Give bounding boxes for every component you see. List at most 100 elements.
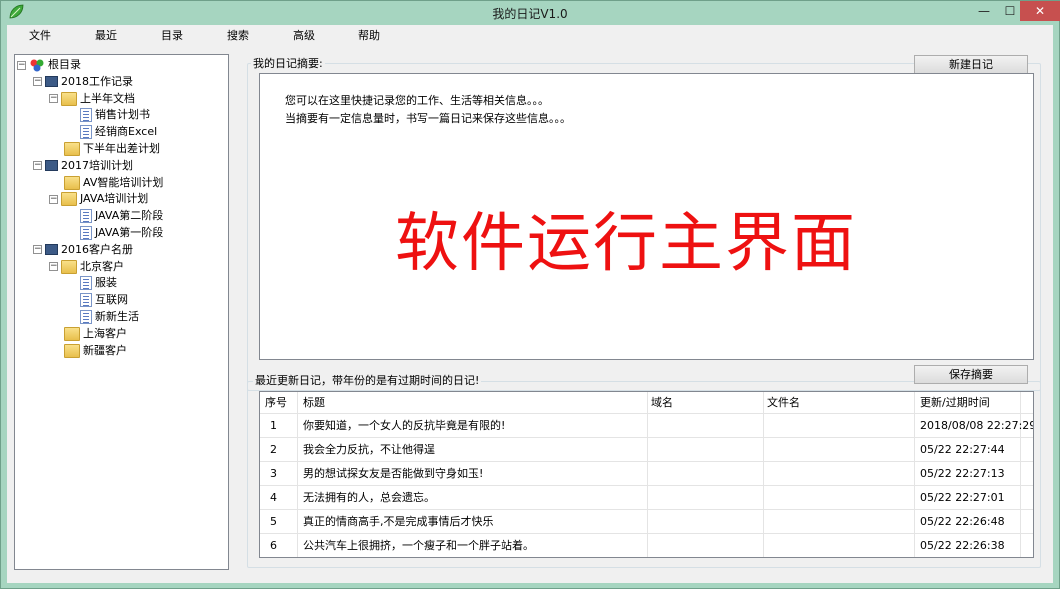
folder-icon: [64, 343, 80, 358]
summary-group-label: 我的日记摘要:: [251, 55, 325, 71]
cell-time: 05/22 22:26:38: [920, 539, 1005, 552]
computer-icon: [45, 244, 58, 256]
collapse-toggle-icon[interactable]: −: [49, 94, 58, 104]
column-header-filename[interactable]: 文件名: [767, 392, 800, 414]
tree-node-label: JAVA培训计划: [80, 192, 149, 206]
recent-group-label: 最近更新日记，带年份的是有过期时间的日记!: [253, 372, 482, 388]
cell-no: 1: [270, 419, 277, 432]
tree-node-label: 销售计划书: [95, 108, 150, 122]
document-icon: [80, 108, 92, 123]
app-window: 我的日记V1.0 — ☐ ✕ 文件 最近 目录 搜索 高级 帮助 − 根目录 −20…: [0, 0, 1060, 589]
recent-diary-table[interactable]: 序号 标题 域名 文件名 更新/过期时间 1 你要知道，一个女人的反抗毕竟是有限的…: [259, 391, 1034, 558]
close-button[interactable]: ✕: [1020, 1, 1060, 21]
colored-balls-icon: [29, 58, 45, 72]
tree-node[interactable]: JAVA第二阶段: [65, 207, 163, 224]
tree-node-label: 服装: [95, 276, 117, 290]
document-icon: [80, 293, 92, 308]
client-area: 文件 最近 目录 搜索 高级 帮助 − 根目录 −2018工作记录 − 上半年文档 销售计…: [7, 25, 1053, 583]
cell-no: 5: [270, 515, 277, 528]
tree-node[interactable]: − 2018工作记录: [33, 73, 133, 90]
cell-title: 公共汽车上很拥挤，一个瘦子和一个胖子站着。: [303, 539, 534, 552]
column-header-no[interactable]: 序号: [265, 392, 287, 414]
tree-node-label: 北京客户: [80, 259, 124, 273]
collapse-toggle-icon[interactable]: −: [17, 60, 26, 70]
summary-line-2: 当摘要有一定信息量时，书写一篇日记来保存这些信息。。。: [285, 112, 571, 125]
tree-node[interactable]: − 根目录: [17, 56, 81, 73]
collapse-toggle-icon[interactable]: −: [49, 194, 58, 204]
main-interface-watermark: 软件运行主界面: [395, 207, 857, 281]
menu-recent[interactable]: 最近: [95, 27, 117, 43]
cell-title: 男的想试探女友是否能做到守身如玉!: [303, 467, 484, 480]
folder-icon: [64, 326, 80, 341]
directory-tree[interactable]: − 根目录 −2018工作记录 − 上半年文档 销售计划书 经销商Excel 下半年出差计划 −…: [14, 54, 229, 570]
tree-node-label: 根目录: [48, 58, 81, 71]
menu-bar: 文件 最近 目录 搜索 高级 帮助: [7, 25, 1053, 43]
collapse-toggle-icon[interactable]: −: [33, 161, 42, 171]
tree-node[interactable]: 经销商Excel: [65, 123, 157, 140]
cell-title: 你要知道，一个女人的反抗毕竟是有限的!: [303, 419, 506, 432]
folder-icon: [61, 192, 77, 207]
tree-node[interactable]: − JAVA培训计划: [49, 190, 148, 207]
table-row[interactable]: 4 无法拥有的人，总会遗忘。 05/22 22:27:01: [260, 487, 1033, 509]
column-header-domain[interactable]: 域名: [651, 392, 673, 414]
tree-node[interactable]: 上海客户: [49, 325, 127, 342]
tree-node-label: 2016客户名册: [61, 242, 133, 256]
window-title: 我的日记V1.0: [492, 7, 568, 21]
cell-time: 05/22 22:27:01: [920, 491, 1005, 504]
tree-node[interactable]: AV智能培训计划: [49, 174, 163, 191]
tree-node-label: JAVA第一阶段: [95, 226, 164, 239]
cell-no: 2: [270, 443, 277, 456]
cell-no: 3: [270, 467, 277, 480]
table-row[interactable]: 5 真正的情商高手,不是完成事情后才快乐 05/22 22:26:48: [260, 511, 1033, 533]
tree-node-label: 经销商Excel: [95, 125, 158, 139]
tree-node[interactable]: 服装: [65, 274, 117, 291]
tree-node[interactable]: − 上半年文档: [49, 90, 135, 107]
tree-node-label: 2018工作记录: [61, 74, 133, 88]
tree-node[interactable]: 新疆客户: [49, 342, 127, 359]
table-row[interactable]: 2 我会全力反抗，不让他得逞 05/22 22:27:44: [260, 439, 1033, 461]
tree-node[interactable]: 销售计划书: [65, 106, 150, 123]
folder-icon: [64, 142, 80, 156]
tree-node[interactable]: JAVA第一阶段: [65, 224, 163, 241]
menu-help[interactable]: 帮助: [358, 27, 380, 43]
computer-icon: [45, 160, 58, 172]
tree-node-label: JAVA第二阶段: [95, 209, 164, 223]
tree-node[interactable]: 下半年出差计划: [49, 140, 160, 157]
tree-node[interactable]: − 2017培训计划: [33, 157, 133, 174]
tree-node-label: 新疆客户: [83, 343, 127, 357]
collapse-toggle-icon[interactable]: −: [49, 262, 58, 272]
collapse-toggle-icon[interactable]: −: [33, 77, 42, 87]
menu-directory[interactable]: 目录: [161, 27, 183, 43]
menu-file[interactable]: 文件: [29, 27, 51, 43]
summary-textarea[interactable]: 您可以在这里快捷记录您的工作、生活等相关信息。。。 当摘要有一定信息量时，书写一…: [259, 73, 1034, 360]
tree-node[interactable]: 新新生活: [65, 308, 139, 325]
cell-title: 无法拥有的人，总会遗忘。: [303, 491, 435, 504]
document-icon: [80, 276, 92, 291]
cell-title: 我会全力反抗，不让他得逞: [303, 443, 435, 456]
tree-node-label: 下半年出差计划: [83, 142, 160, 155]
save-summary-button[interactable]: 保存摘要: [914, 365, 1028, 384]
tree-node-label: 互联网: [95, 293, 128, 307]
document-icon: [80, 125, 92, 140]
tree-node[interactable]: − 2016客户名册: [33, 241, 133, 258]
table-row[interactable]: 3 男的想试探女友是否能做到守身如玉! 05/22 22:27:13: [260, 463, 1033, 485]
minimize-button[interactable]: —: [971, 1, 997, 21]
tree-node[interactable]: − 北京客户: [49, 258, 124, 275]
folder-icon: [64, 175, 80, 190]
folder-icon: [61, 91, 77, 106]
column-header-title[interactable]: 标题: [303, 392, 325, 414]
menu-advanced[interactable]: 高级: [293, 27, 315, 43]
tree-node-label: 2017培训计划: [61, 158, 133, 172]
table-row[interactable]: 6 公共汽车上很拥挤，一个瘦子和一个胖子站着。 05/22 22:26:38: [260, 535, 1033, 557]
collapse-toggle-icon[interactable]: −: [33, 245, 42, 255]
cell-no: 4: [270, 491, 277, 504]
table-row[interactable]: 1 你要知道，一个女人的反抗毕竟是有限的! 2018/08/08 22:27:29: [260, 415, 1033, 437]
summary-line-1: 您可以在这里快捷记录您的工作、生活等相关信息。。。: [285, 94, 549, 107]
menu-search[interactable]: 搜索: [227, 27, 249, 43]
document-icon: [80, 310, 92, 324]
column-header-time[interactable]: 更新/过期时间: [920, 392, 990, 414]
tree-node[interactable]: 互联网: [65, 291, 128, 308]
title-bar[interactable]: 我的日记V1.0 — ☐ ✕: [1, 1, 1060, 25]
new-diary-button[interactable]: 新建日记: [914, 55, 1028, 74]
folder-icon: [61, 259, 77, 274]
